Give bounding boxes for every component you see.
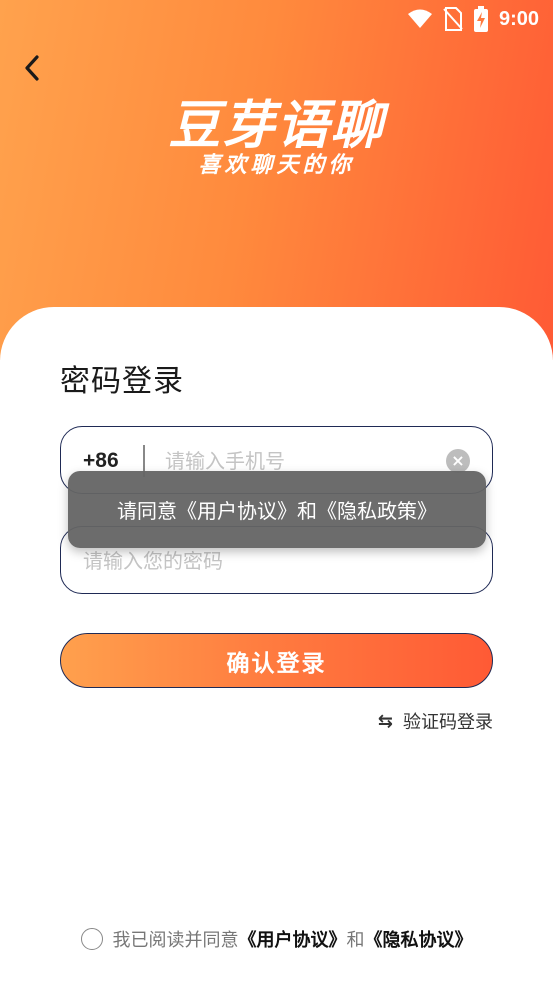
back-button[interactable] bbox=[14, 50, 50, 86]
agreement-row: 我已阅读并同意 《用户协议》 和 《隐私协议》 bbox=[0, 926, 553, 952]
clear-icon[interactable]: × bbox=[446, 449, 470, 473]
switch-arrows-icon: ⇆ bbox=[377, 710, 393, 732]
agreement-conjunction: 和 bbox=[346, 930, 365, 951]
agreement-checkbox[interactable] bbox=[80, 928, 103, 950]
user-agreement-link[interactable]: 《用户协议》 bbox=[239, 926, 347, 952]
back-arrow-icon bbox=[25, 55, 39, 81]
privacy-agreement-link[interactable]: 《隐私协议》 bbox=[365, 926, 473, 952]
agreement-prefix: 我已阅读并同意 bbox=[112, 930, 239, 951]
verification-login-label: 验证码登录 bbox=[403, 712, 493, 733]
agreement-toast: 请同意《用户协议》和《隐私政策》 bbox=[68, 471, 486, 548]
app-logo: 豆芽语聊 喜欢聊天的你 bbox=[0, 96, 553, 180]
login-button[interactable]: 确认登录 bbox=[60, 633, 493, 688]
header-background bbox=[0, 0, 553, 360]
status-bar: 9:00 bbox=[0, 0, 553, 38]
wifi-icon bbox=[407, 9, 432, 28]
status-time: 9:00 bbox=[498, 7, 539, 30]
app-slogan: 喜欢聊天的你 bbox=[198, 153, 355, 178]
no-sim-icon bbox=[443, 7, 463, 31]
country-code[interactable]: +86 bbox=[83, 449, 119, 473]
battery-charging-icon bbox=[473, 6, 488, 32]
page-title: 密码登录 bbox=[60, 364, 184, 399]
app-logo-title: 豆芽语聊 bbox=[168, 96, 385, 156]
verification-login-link[interactable]: ⇆ 验证码登录 bbox=[378, 708, 493, 734]
